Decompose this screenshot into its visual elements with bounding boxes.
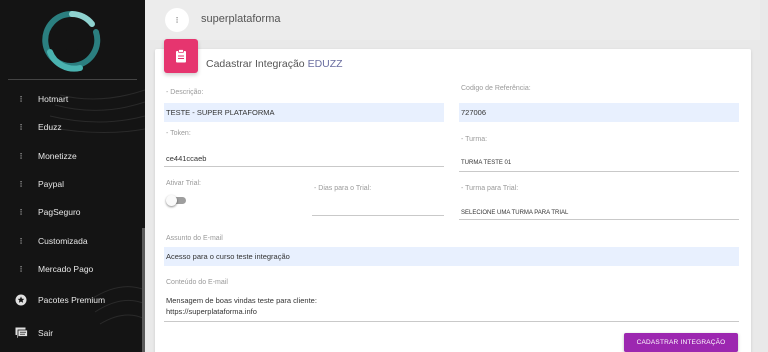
card-title: Cadastrar Integração EDUZZ (206, 58, 343, 70)
brand-logo-icon (42, 10, 101, 72)
page-title: superplataforma (201, 13, 281, 25)
conteudo-textarea[interactable] (164, 321, 739, 322)
menu-dots-icon: ⁝ (19, 93, 23, 104)
ativar-trial-toggle[interactable] (166, 195, 186, 206)
sidebar-item-label: Paypal (38, 179, 64, 189)
menu-dots-icon: ⁝ (19, 235, 23, 246)
token-value: ce441ccaeb (166, 154, 207, 163)
token-label: - Token: (166, 130, 191, 137)
codigo-value: 727006 (461, 108, 487, 117)
assunto-input[interactable]: Acesso para o curso teste integração (164, 247, 739, 266)
sidebar-item-label: Customizada (38, 236, 88, 246)
menu-dots-icon: ⁝ (175, 14, 179, 25)
card-title-accent: EDUZZ (307, 58, 343, 70)
sidebar: ⁝ Hotmart ⁝ Eduzz ⁝ Monetizze ⁝ Paypal ⁝… (0, 0, 145, 352)
sidebar-item-pagseguro[interactable]: ⁝ PagSeguro (0, 201, 140, 223)
sidebar-scrollbar[interactable] (142, 228, 145, 352)
codigo-input[interactable]: 727006 (459, 103, 739, 122)
turma-trial-select[interactable] (459, 219, 739, 220)
sidebar-item-label: Hotmart (38, 94, 69, 104)
menu-dots-icon: ⁝ (19, 206, 23, 217)
sidebar-item-hotmart[interactable]: ⁝ Hotmart (0, 88, 140, 110)
sidebar-item-sair[interactable]: Sair (0, 322, 140, 344)
cadastrar-integracao-button[interactable]: CADASTRAR INTEGRAÇÃO (624, 333, 738, 352)
sidebar-item-eduzz[interactable]: ⁝ Eduzz (0, 116, 140, 138)
sidebar-item-label: Mercado Pago (38, 264, 94, 274)
card-badge (164, 39, 198, 73)
sidebar-item-label: Monetizze (38, 151, 77, 161)
conteudo-line-2: https://superplataforma.info (166, 307, 257, 316)
menu-dots-icon: ⁝ (19, 150, 23, 161)
dias-trial-input[interactable] (312, 215, 444, 216)
sidebar-item-pacotes-premium[interactable]: Pacotes Premium (0, 289, 140, 311)
toggle-knob (166, 195, 177, 206)
turma-select[interactable] (459, 171, 739, 172)
conteudo-label: Conteúdo do E-mail (166, 279, 228, 286)
sidebar-item-paypal[interactable]: ⁝ Paypal (0, 173, 140, 195)
sidebar-item-label: Sair (38, 328, 54, 338)
assunto-label: Assunto do E-mail (166, 235, 223, 242)
menu-dots-icon: ⁝ (19, 263, 23, 274)
sidebar-item-label: Pacotes Premium (38, 295, 106, 305)
ativar-trial-label: Ativar Trial: (166, 180, 202, 187)
clipboard-icon (176, 49, 186, 63)
descricao-input[interactable]: TESTE - SUPER PLATAFORMA (164, 103, 444, 122)
menu-dots-icon: ⁝ (19, 121, 23, 132)
token-input[interactable] (164, 166, 444, 167)
turma-trial-value: SELECIONE UMA TURMA PARA TRIAL (461, 210, 569, 216)
page-edge (760, 0, 768, 352)
turma-value: TURMA TESTE 01 (461, 160, 512, 166)
turma-trial-label: - Turma para Trial: (461, 185, 519, 192)
card-title-text: Cadastrar Integração (206, 58, 308, 70)
menu-toggle-button[interactable]: ⁝ (165, 8, 189, 32)
sidebar-item-label: Eduzz (38, 122, 62, 132)
top-bar: ⁝ superplataforma (145, 0, 768, 40)
conteudo-line-1: Mensagem de boas vindas teste para clien… (166, 296, 317, 305)
codigo-label: Codigo de Referência: (461, 85, 531, 92)
menu-dots-icon: ⁝ (19, 178, 23, 189)
star-badge-icon (12, 294, 30, 306)
sidebar-item-label: PagSeguro (38, 207, 81, 217)
descricao-value: TESTE - SUPER PLATAFORMA (166, 108, 275, 117)
turma-label: - Turma: (461, 136, 488, 143)
sidebar-divider (8, 79, 137, 80)
sidebar-item-monetizze[interactable]: ⁝ Monetizze (0, 145, 140, 167)
dias-trial-label: - Dias para o Trial: (314, 185, 372, 192)
descricao-label: - Descrição: (166, 89, 204, 96)
assunto-value: Acesso para o curso teste integração (166, 252, 290, 261)
chat-icon (12, 327, 30, 339)
sidebar-item-mercado-pago[interactable]: ⁝ Mercado Pago (0, 258, 140, 280)
sidebar-item-customizada[interactable]: ⁝ Customizada (0, 230, 140, 252)
